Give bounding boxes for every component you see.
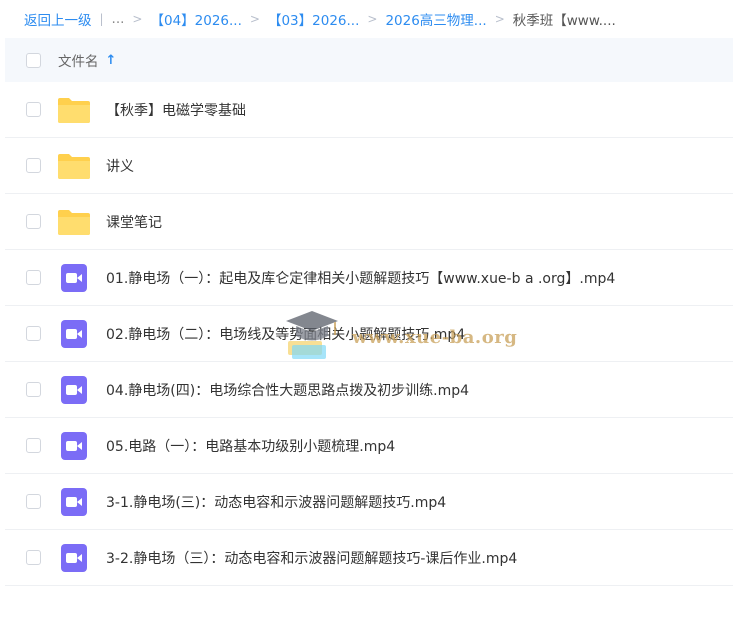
file-row[interactable]: 3-2.静电场（三）：动态电容和示波器问题解题技巧-课后作业.mp4: [5, 530, 733, 586]
folder-icon: [57, 95, 91, 125]
chevron-right-icon: >: [367, 12, 378, 26]
chevron-right-icon: >: [132, 12, 143, 26]
file-name[interactable]: 02.静电场（二）：电场线及等势面相关小题解题技巧.mp4: [106, 324, 465, 344]
row-checkbox[interactable]: [26, 158, 41, 173]
breadcrumb-ellipsis[interactable]: ...: [112, 11, 125, 27]
video-file-icon: [57, 487, 91, 517]
back-link[interactable]: 返回上一级: [24, 9, 92, 29]
row-checkbox[interactable]: [26, 494, 41, 509]
breadcrumb: 返回上一级 | ... > 【04】2026... > 【03】2026... …: [0, 0, 733, 38]
row-checkbox[interactable]: [26, 438, 41, 453]
file-name[interactable]: 05.电路（一）：电路基本功级别小题梳理.mp4: [106, 436, 395, 456]
file-name[interactable]: 04.静电场(四)：电场综合性大题思路点拨及初步训练.mp4: [106, 380, 469, 400]
row-checkbox[interactable]: [26, 550, 41, 565]
file-row[interactable]: 04.静电场(四)：电场综合性大题思路点拨及初步训练.mp4: [5, 362, 733, 418]
file-row[interactable]: 05.电路（一）：电路基本功级别小题梳理.mp4: [5, 418, 733, 474]
folder-icon: [57, 151, 91, 181]
filename-column-header[interactable]: 文件名: [58, 50, 99, 70]
row-checkbox[interactable]: [26, 214, 41, 229]
select-all-checkbox[interactable]: [26, 52, 41, 68]
row-checkbox[interactable]: [26, 326, 41, 341]
video-file-icon: [57, 375, 91, 405]
file-name[interactable]: 讲义: [106, 156, 134, 176]
file-list-header: 文件名 ↑: [5, 38, 733, 82]
file-row[interactable]: 02.静电场（二）：电场线及等势面相关小题解题技巧.mp4: [5, 306, 733, 362]
video-file-icon: [57, 543, 91, 573]
file-name[interactable]: 课堂笔记: [106, 212, 162, 232]
row-checkbox[interactable]: [26, 270, 41, 285]
file-row[interactable]: 【秋季】电磁学零基础: [5, 82, 733, 138]
file-name[interactable]: 3-2.静电场（三）：动态电容和示波器问题解题技巧-课后作业.mp4: [106, 548, 517, 568]
file-name[interactable]: 【秋季】电磁学零基础: [106, 100, 246, 120]
breadcrumb-item[interactable]: 2026高三物理...: [385, 9, 486, 29]
file-row[interactable]: 3-1.静电场(三)：动态电容和示波器问题解题技巧.mp4: [5, 474, 733, 530]
chevron-right-icon: >: [494, 12, 505, 26]
video-file-icon: [57, 319, 91, 349]
file-row[interactable]: 01.静电场（一）：起电及库仑定律相关小题解题技巧【www.xue-b a .o…: [5, 250, 733, 306]
file-name[interactable]: 3-1.静电场(三)：动态电容和示波器问题解题技巧.mp4: [106, 492, 446, 512]
file-list: 【秋季】电磁学零基础 讲义课堂笔记 01.静电场（一）：起电及库仑定律相关小题解题技…: [5, 82, 733, 586]
folder-icon: [57, 207, 91, 237]
row-checkbox[interactable]: [26, 102, 41, 117]
chevron-right-icon: >: [249, 12, 260, 26]
file-name[interactable]: 01.静电场（一）：起电及库仑定律相关小题解题技巧【www.xue-b a .o…: [106, 268, 615, 288]
file-row[interactable]: 讲义: [5, 138, 733, 194]
row-checkbox[interactable]: [26, 382, 41, 397]
breadcrumb-item[interactable]: 【03】2026...: [268, 9, 359, 29]
video-file-icon: [57, 431, 91, 461]
breadcrumb-current: 秋季班【www....: [512, 13, 616, 29]
video-file-icon: [57, 263, 91, 293]
breadcrumb-item[interactable]: 【04】2026...: [150, 9, 241, 29]
sort-ascending-icon[interactable]: ↑: [106, 53, 117, 68]
file-row[interactable]: 课堂笔记: [5, 194, 733, 250]
breadcrumb-separator: |: [99, 12, 104, 26]
